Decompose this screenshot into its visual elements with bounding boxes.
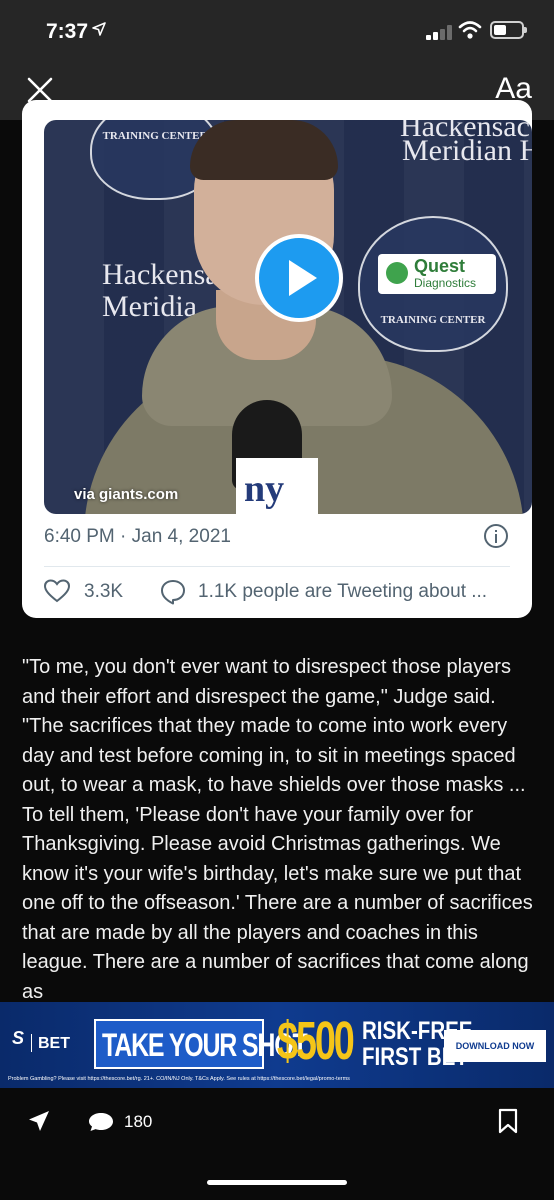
article-paragraph: "To me, you don't ever want to disrespec… [22, 656, 533, 1003]
microphone-flag: ny [236, 458, 318, 514]
status-bar: 7:37 [0, 0, 554, 62]
ad-take-your-shot: TAKE YOUR SHOT [94, 1019, 308, 1069]
ad-download-button[interactable]: DOWNLOAD NOW [444, 1030, 546, 1062]
bookmark-icon[interactable] [498, 1108, 518, 1134]
info-icon[interactable] [484, 524, 508, 548]
heart-icon[interactable] [44, 579, 70, 603]
play-icon [289, 260, 317, 296]
ad-banner[interactable]: S BET TAKE YOUR SHOT $500 RISK-FREE FIRS… [0, 1002, 554, 1088]
cellular-signal-icon [426, 24, 454, 40]
home-indicator[interactable] [207, 1180, 347, 1185]
tweet-timestamp[interactable]: 6:40 PM · Jan 4, 2021 [44, 526, 231, 548]
quest-diagnostics-logo: Quest Diagnostics [378, 254, 496, 294]
tweeting-about-link[interactable]: 1.1K people are Tweeting about ... [198, 581, 487, 603]
divider [44, 566, 510, 567]
video-credit: via giants.com [74, 486, 179, 503]
wifi-icon [458, 21, 482, 39]
comment-count[interactable]: 180 [124, 1112, 152, 1132]
tweet-card[interactable]: TRAINING CENTER Hackensac Meridian H Hac… [22, 100, 532, 618]
comment-icon[interactable] [88, 1112, 114, 1132]
ad-disclaimer: Problem Gambling? Please visit https://t… [8, 1076, 350, 1082]
ad-brand-logo: S [12, 1028, 25, 1048]
reply-bubble-icon[interactable] [160, 579, 186, 605]
status-time: 7:37 [46, 20, 89, 43]
tweet-video[interactable]: TRAINING CENTER Hackensac Meridian H Hac… [44, 120, 532, 514]
ad-amount: $500 [277, 1011, 355, 1071]
like-count[interactable]: 3.3K [84, 581, 123, 603]
battery-icon [490, 21, 527, 39]
location-arrow-icon [92, 22, 106, 36]
play-button[interactable] [255, 234, 343, 322]
ad-brand-bet: BET [38, 1035, 70, 1052]
share-send-icon[interactable] [28, 1110, 50, 1132]
